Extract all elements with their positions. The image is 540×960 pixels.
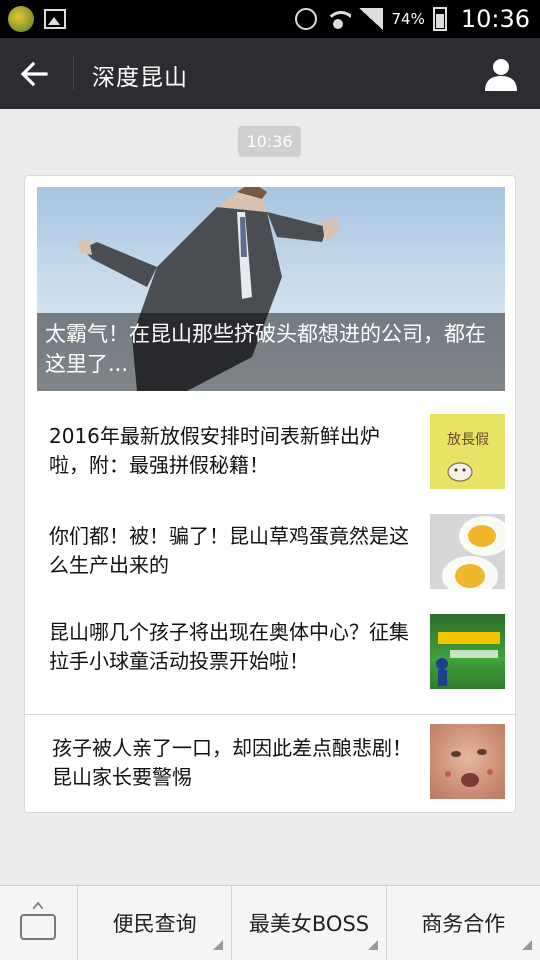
alarm-icon xyxy=(295,8,318,30)
app-notification-icon xyxy=(8,6,34,32)
page-title: 深度昆山 xyxy=(92,65,188,91)
submenu-corner-icon xyxy=(521,940,532,950)
hero-caption: 太霸气！在昆山那些挤破头都想进的公司，都在这里了... xyxy=(37,313,505,391)
article-thumbnail: 放長假 xyxy=(430,414,505,489)
thumb-text: 放長假 xyxy=(447,432,489,448)
person-icon xyxy=(485,59,517,91)
menu-tab-service-query[interactable]: 便民查询 xyxy=(78,886,233,960)
list-item[interactable]: 2016年最新放假安排时间表新鲜出炉啦，附：最强拼假秘籍！ 放長假 xyxy=(25,404,517,504)
list-item[interactable]: 你们都！被！骗了！昆山草鸡蛋竟然是这么生产出来的 xyxy=(25,506,517,606)
menu-tab-business[interactable]: 商务合作 xyxy=(387,886,540,960)
status-bar: 74% 10:36 xyxy=(0,0,540,38)
status-time: 10:36 xyxy=(460,5,530,33)
list-item[interactable]: 昆山哪几个孩子将出现在奥体中心？征集拉手小球童活动投票开始啦！ xyxy=(25,606,517,706)
image-notification-icon xyxy=(44,9,66,29)
menu-tab-label: 便民查询 xyxy=(112,912,197,936)
menu-tab-label: 最美女BOSS xyxy=(248,912,370,936)
bottom-menu: 便民查询 最美女BOSS 商务合作 xyxy=(0,885,540,960)
back-button[interactable] xyxy=(14,54,58,94)
article-title: 昆山哪几个孩子将出现在奥体中心？征集拉手小球童活动投票开始啦！ xyxy=(49,620,409,673)
title-divider xyxy=(73,56,74,90)
submenu-corner-icon xyxy=(367,940,378,950)
article-thumbnail xyxy=(430,724,505,799)
submenu-corner-icon xyxy=(213,940,224,950)
caret-up-icon xyxy=(33,901,43,909)
article-thumbnail xyxy=(430,514,505,589)
battery-icon xyxy=(432,7,447,31)
article-title: 你们都！被！骗了！昆山草鸡蛋竟然是这么生产出来的 xyxy=(49,524,409,577)
wifi-icon xyxy=(325,9,352,29)
hero-article[interactable]: 太霸气！在昆山那些挤破头都想进的公司，都在这里了... xyxy=(37,187,505,391)
message-time-pill: 10:36 xyxy=(238,126,301,157)
menu-tab-label: 商务合作 xyxy=(421,912,506,936)
article-card: 太霸气！在昆山那些挤破头都想进的公司，都在这里了... 2016年最新放假安排时… xyxy=(24,175,517,814)
article-title: 孩子被人亲了一口，却因此差点酿悲剧！昆山家长要警惕 xyxy=(52,736,412,789)
keyboard-toggle-button[interactable] xyxy=(0,886,78,960)
article-title: 2016年最新放假安排时间表新鲜出炉啦，附：最强拼假秘籍！ xyxy=(49,424,380,477)
article-thumbnail xyxy=(430,614,505,689)
list-item[interactable]: 孩子被人亲了一口，却因此差点酿悲剧！昆山家长要警惕 xyxy=(25,714,517,814)
keyboard-icon xyxy=(20,914,56,940)
menu-tab-best-boss[interactable]: 最美女BOSS xyxy=(232,886,387,960)
profile-button[interactable] xyxy=(482,55,520,93)
title-bar: 深度昆山 xyxy=(0,38,540,109)
signal-icon xyxy=(359,8,384,30)
battery-percent: 74% xyxy=(391,10,425,28)
arrow-left-icon xyxy=(20,61,48,87)
